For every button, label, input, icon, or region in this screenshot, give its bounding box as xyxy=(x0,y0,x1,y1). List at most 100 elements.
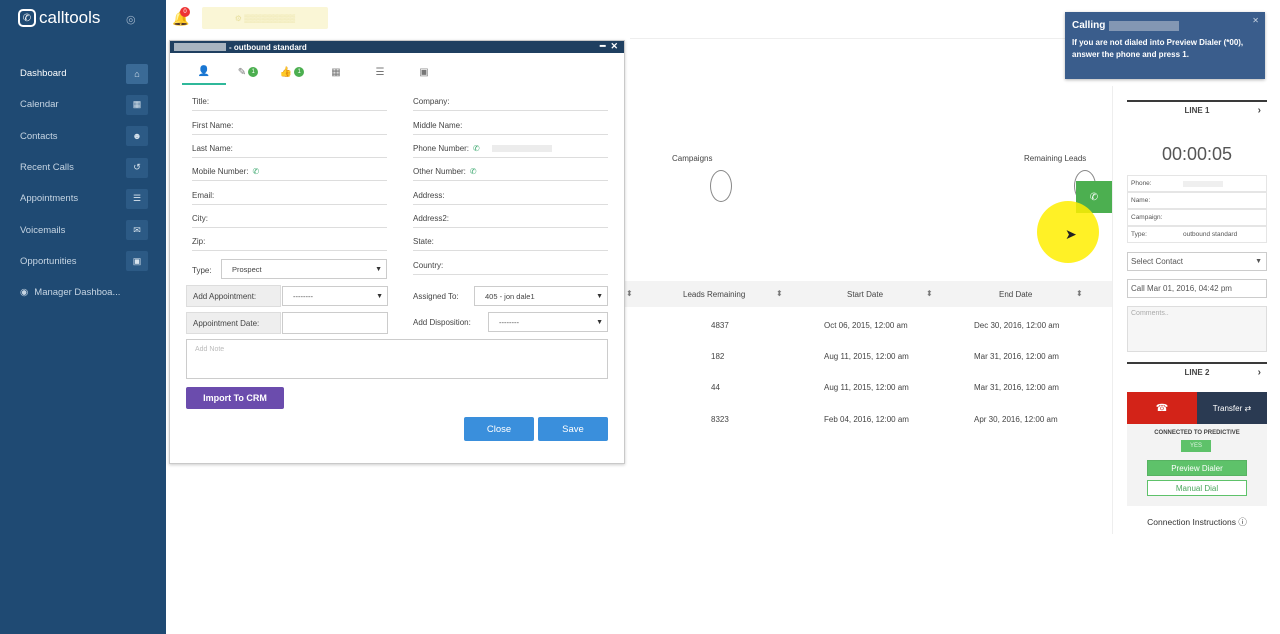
connection-instructions-link[interactable]: Connection Instructions ⓘ xyxy=(1127,516,1267,528)
country-field[interactable]: Country: xyxy=(413,257,608,275)
redacted-caller xyxy=(1109,20,1180,31)
tab-calendar[interactable]: ▦ xyxy=(314,59,358,85)
note-textarea[interactable]: Add Note xyxy=(186,339,608,379)
call-date-field[interactable]: Call Mar 01, 2016, 04:42 pm xyxy=(1127,279,1267,298)
list-icon: ☰ xyxy=(126,188,148,209)
manual-dial-button[interactable]: Manual Dial xyxy=(1147,480,1247,496)
info-label: Type: xyxy=(1131,231,1147,238)
address2-field[interactable]: Address2: xyxy=(413,210,608,228)
minimize-icon[interactable]: ━ xyxy=(600,41,605,51)
settings-icon[interactable]: ◎ xyxy=(126,13,136,26)
type-select[interactable]: Prospect ▼ xyxy=(221,259,387,279)
field-label: Last Name: xyxy=(192,144,233,153)
state-field[interactable]: State: xyxy=(413,233,608,251)
close-button[interactable]: Close xyxy=(464,417,534,441)
address-field[interactable]: Address: xyxy=(413,187,608,205)
notification-badge: 0 xyxy=(180,7,190,17)
close-icon[interactable]: ✕ xyxy=(1252,16,1259,25)
link-text: Connection Instructions xyxy=(1147,517,1236,527)
hangup-icon: ☎ xyxy=(1155,402,1169,414)
field-label: Company: xyxy=(413,97,450,106)
line2-label: LINE 2 xyxy=(1184,368,1210,377)
assigned-to-select[interactable]: 405 - jon dale1 ▼ xyxy=(474,286,608,306)
tab-list[interactable]: ☰ xyxy=(358,59,402,85)
leads-remaining-cell: 44 xyxy=(711,383,720,392)
column-header[interactable]: Start Date xyxy=(847,290,883,299)
connected-label: CONNECTED TO PREDICTIVE xyxy=(1154,430,1240,436)
first-name-field[interactable]: First Name: xyxy=(192,117,387,135)
close-icon[interactable]: ✕ xyxy=(610,41,618,51)
add-disposition-select[interactable]: -------- ▼ xyxy=(488,312,608,332)
phone-number-field[interactable]: Phone Number: ✆ xyxy=(413,140,608,158)
briefcase-icon: ▣ xyxy=(419,66,429,78)
select-contact-dropdown[interactable]: Select Contact ▼ xyxy=(1127,252,1267,271)
field-label: Add Disposition: xyxy=(413,317,471,327)
chevron-right-icon[interactable]: › xyxy=(1258,364,1261,382)
company-field[interactable]: Company: xyxy=(413,93,608,111)
modal-controls: ━ ✕ xyxy=(600,41,618,52)
end-date-cell: Apr 30, 2016, 12:00 am xyxy=(974,415,1058,424)
call-timer: 00:00:05 xyxy=(1161,144,1233,164)
line1-header[interactable]: LINE 1 › xyxy=(1127,100,1267,118)
briefcase-icon: ▣ xyxy=(126,251,148,272)
sidebar-item-contacts[interactable]: Contacts ☻ xyxy=(0,121,166,152)
sidebar-item-dashboard[interactable]: Dashboard ⌂ xyxy=(0,58,166,89)
redacted-phone xyxy=(1183,180,1223,187)
zip-field[interactable]: Zip: xyxy=(192,233,387,251)
mouse-cursor-icon: ➤ xyxy=(1065,226,1077,242)
sidebar-item-label: Recent Calls xyxy=(20,162,74,174)
end-date-cell: Mar 31, 2016, 12:00 am xyxy=(974,352,1059,361)
column-header[interactable]: End Date xyxy=(999,290,1032,299)
predictive-status: CONNECTED TO PREDICTIVE YES Preview Dial… xyxy=(1127,424,1267,506)
chevron-right-icon[interactable]: › xyxy=(1258,102,1261,120)
sidebar-item-voicemails[interactable]: Voicemails ✉ xyxy=(0,214,166,245)
tab-user[interactable]: 👤 xyxy=(182,59,226,85)
sort-icon[interactable]: ⬍ xyxy=(626,289,633,298)
sidebar-item-opportunities[interactable]: Opportunities ▣ xyxy=(0,246,166,277)
last-name-field[interactable]: Last Name: xyxy=(192,140,387,158)
sidebar-item-label: Calendar xyxy=(20,99,59,111)
add-appointment-select[interactable]: -------- ▼ xyxy=(282,286,388,306)
tab-briefcase[interactable]: ▣ xyxy=(402,59,446,85)
type-label: Type: xyxy=(192,261,222,279)
line1-label: LINE 1 xyxy=(1184,106,1210,115)
preview-dialer-button[interactable]: Preview Dialer xyxy=(1147,460,1247,476)
select-value: 405 - jon dale1 xyxy=(485,291,535,301)
calling-title: Calling xyxy=(1072,20,1258,31)
import-to-crm-button[interactable]: Import To CRM xyxy=(186,387,284,409)
appointment-date-input[interactable] xyxy=(282,312,388,334)
history-icon: ↺ xyxy=(126,157,148,178)
campaign-status-button[interactable]: ⚙ ▒▒▒▒▒▒▒▒▒ xyxy=(202,7,328,29)
column-header[interactable]: Leads Remaining xyxy=(683,290,745,299)
sort-icon[interactable]: ⬍ xyxy=(776,289,783,298)
tab-edit[interactable]: ✎ 1 xyxy=(226,59,270,85)
yes-badge: YES xyxy=(1181,440,1211,452)
sidebar-item-appointments[interactable]: Appointments ☰ xyxy=(0,183,166,214)
middle-name-field[interactable]: Middle Name: xyxy=(413,117,608,135)
comments-textarea[interactable]: Comments.. xyxy=(1127,306,1267,352)
modal-title: - outbound standard xyxy=(229,42,307,52)
start-date-cell: Feb 04, 2016, 12:00 am xyxy=(824,415,909,424)
sidebar-item-recent-calls[interactable]: Recent Calls ↺ xyxy=(0,152,166,183)
phone-icon[interactable]: ✆ xyxy=(252,167,259,176)
field-label: Middle Name: xyxy=(413,121,463,130)
sidebar-item-label: Opportunities xyxy=(20,255,77,267)
line2-header[interactable]: LINE 2 › xyxy=(1127,362,1267,380)
select-value: -------- xyxy=(499,317,519,327)
city-field[interactable]: City: xyxy=(192,210,387,228)
transfer-button[interactable]: Transfer ⇄ xyxy=(1197,392,1267,424)
sidebar-item-manager-dashboard[interactable]: ◉ Manager Dashboa... xyxy=(0,277,166,308)
save-button[interactable]: Save xyxy=(538,417,608,441)
app-logo[interactable]: ✆ calltools xyxy=(18,8,100,28)
title-field[interactable]: Title: xyxy=(192,93,387,111)
tab-thumbs-up[interactable]: 👍 1 xyxy=(270,59,314,85)
sort-icon[interactable]: ⬍ xyxy=(1076,289,1083,298)
sidebar-item-calendar[interactable]: Calendar ▦ xyxy=(0,89,166,120)
hangup-button[interactable]: ☎ xyxy=(1127,392,1197,424)
other-number-field[interactable]: Other Number: ✆ xyxy=(413,163,608,181)
sort-icon[interactable]: ⬍ xyxy=(926,289,933,298)
email-field[interactable]: Email: xyxy=(192,187,387,205)
phone-icon[interactable]: ✆ xyxy=(470,167,477,176)
phone-icon[interactable]: ✆ xyxy=(473,144,480,153)
mobile-number-field[interactable]: Mobile Number: ✆ xyxy=(192,163,387,181)
